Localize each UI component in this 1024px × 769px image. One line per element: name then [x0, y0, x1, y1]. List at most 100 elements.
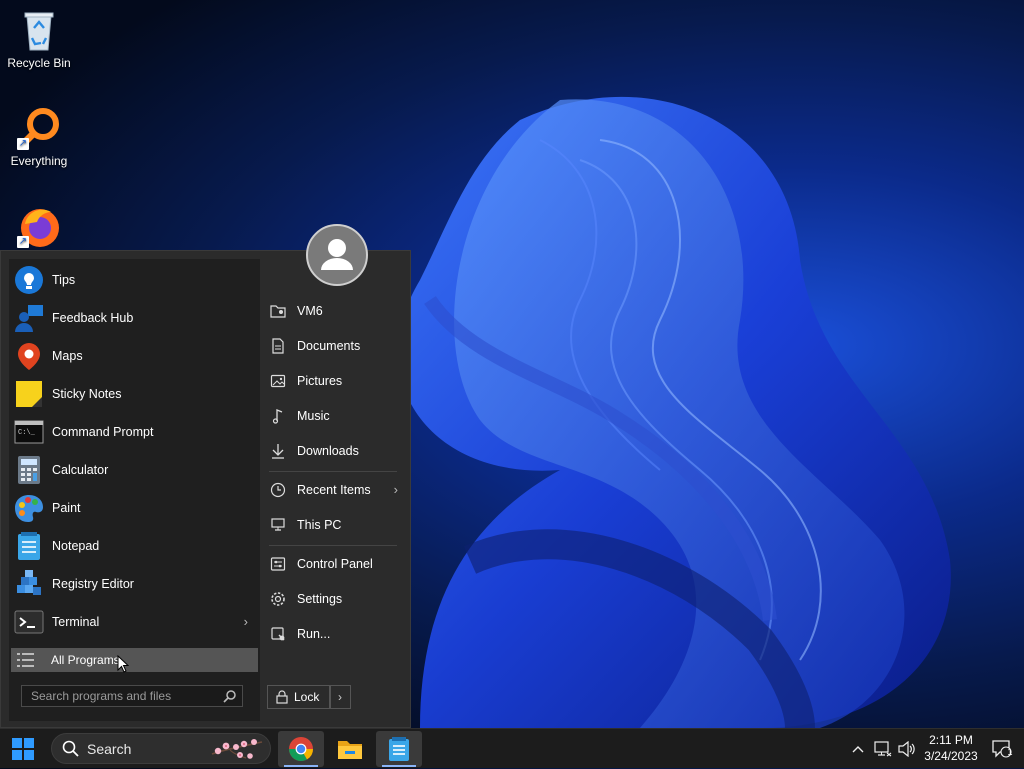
chrome-icon — [289, 737, 313, 762]
everything-search-icon: ↗ — [17, 106, 61, 150]
start-menu: Tips Feedback Hub Maps Sticky Notes C:\_ — [0, 224, 411, 728]
recent-items-icon — [269, 481, 287, 499]
command-prompt-icon: C:\_ — [14, 417, 44, 447]
program-label: Feedback Hub — [52, 311, 134, 325]
start-item-recent-items[interactable]: Recent Items › — [269, 475, 404, 505]
separator — [269, 471, 397, 472]
taskbar-app-chrome[interactable] — [278, 731, 324, 767]
start-item-label: Documents — [297, 339, 361, 353]
network-button[interactable] — [872, 729, 894, 769]
program-item-sticky-notes[interactable]: Sticky Notes — [9, 375, 260, 413]
terminal-icon — [14, 607, 44, 637]
all-programs-label: All Programs — [51, 653, 120, 667]
start-item-this-pc[interactable]: This PC — [269, 510, 404, 540]
desktop-icon-firefox[interactable]: ↗ — [1, 204, 77, 252]
program-item-tips[interactable]: Tips — [9, 261, 260, 299]
program-label: Sticky Notes — [52, 387, 122, 401]
program-label: Paint — [52, 501, 81, 515]
start-item-control-panel[interactable]: Control Panel — [269, 549, 404, 579]
program-item-calculator[interactable]: Calculator — [9, 451, 260, 489]
start-button[interactable] — [0, 729, 46, 769]
chevron-up-icon — [852, 746, 864, 753]
show-hidden-icons-button[interactable] — [848, 729, 868, 769]
clock-date: 3/24/2023 — [924, 749, 978, 763]
paint-icon — [14, 493, 44, 523]
desktop-icon-everything[interactable]: ↗ Everything — [1, 106, 77, 168]
notepad-icon — [389, 737, 409, 761]
start-item-label: Recent Items — [297, 483, 371, 497]
taskbar-clock[interactable]: 2:11 PM 3/24/2023 — [918, 732, 984, 764]
list-icon — [17, 652, 35, 668]
user-avatar[interactable] — [306, 224, 368, 286]
windows-logo-icon — [12, 738, 34, 760]
desktop-icon-label: Everything — [10, 154, 68, 168]
separator — [269, 545, 397, 546]
run-icon — [269, 625, 287, 643]
start-item-label: Settings — [297, 592, 343, 606]
program-item-registry-editor[interactable]: Registry Editor — [9, 565, 260, 603]
program-item-notepad[interactable]: Notepad — [9, 527, 260, 565]
program-item-maps[interactable]: Maps — [9, 337, 260, 375]
music-icon — [269, 407, 287, 425]
active-indicator — [382, 765, 416, 767]
chevron-right-icon: › — [243, 614, 248, 629]
shortcut-arrow-icon: ↗ — [17, 138, 29, 150]
taskbar-app-file-explorer[interactable] — [327, 731, 373, 767]
notepad-icon — [14, 531, 44, 561]
notification-count-badge: 1 — [1007, 747, 1013, 757]
start-search-box[interactable] — [21, 685, 243, 707]
program-item-paint[interactable]: Paint — [9, 489, 260, 527]
program-label: Registry Editor — [52, 577, 134, 591]
start-item-label: Music — [297, 409, 330, 423]
program-label: Terminal — [52, 615, 100, 629]
volume-icon — [898, 741, 915, 757]
mouse-cursor-icon — [117, 655, 129, 673]
start-item-label: Pictures — [297, 374, 343, 388]
maps-icon — [14, 341, 44, 371]
start-item-label: Control Panel — [297, 557, 373, 571]
start-item-music[interactable]: Music — [269, 401, 404, 431]
chevron-right-icon: › — [338, 690, 342, 704]
program-label: Maps — [52, 349, 83, 363]
pictures-icon — [269, 372, 287, 390]
notification-center-button[interactable]: 1 — [990, 729, 1014, 769]
all-programs-button[interactable]: All Programs — [11, 648, 258, 672]
power-options-arrow[interactable]: › — [329, 685, 351, 709]
program-item-terminal[interactable]: Terminal › — [9, 603, 260, 641]
downloads-icon — [269, 442, 287, 460]
network-icon — [874, 741, 892, 757]
lock-button[interactable]: Lock — [267, 685, 331, 709]
file-explorer-icon — [338, 741, 362, 759]
lock-icon — [276, 690, 288, 704]
start-item-pictures[interactable]: Pictures — [269, 366, 404, 396]
search-icon — [62, 740, 79, 757]
desktop-icon-recycle-bin[interactable]: Recycle Bin — [1, 8, 77, 70]
program-item-feedback-hub[interactable]: Feedback Hub — [9, 299, 260, 337]
taskbar-app-notepad[interactable] — [376, 731, 422, 767]
cherry-blossom-icon — [210, 738, 264, 763]
recycle-bin-icon — [17, 8, 61, 52]
sticky-notes-icon — [14, 379, 44, 409]
start-item-user-folder[interactable]: VM6 — [269, 296, 404, 326]
volume-button[interactable] — [896, 729, 918, 769]
start-search-input[interactable] — [22, 688, 223, 704]
search-icon — [223, 690, 236, 706]
settings-gear-icon — [269, 590, 287, 608]
firefox-icon: ↗ — [17, 204, 61, 248]
active-indicator — [284, 765, 318, 767]
taskbar-search-box[interactable]: Search — [51, 733, 271, 764]
documents-icon — [269, 337, 287, 355]
lock-label: Lock — [294, 690, 320, 704]
desktop-icon-label: Recycle Bin — [7, 56, 71, 70]
start-item-documents[interactable]: Documents — [269, 331, 404, 361]
program-item-command-prompt[interactable]: C:\_ Command Prompt — [9, 413, 260, 451]
program-label: Tips — [52, 273, 76, 287]
start-item-run[interactable]: Run... — [269, 619, 404, 649]
start-item-downloads[interactable]: Downloads — [269, 436, 404, 466]
start-item-settings[interactable]: Settings — [269, 584, 404, 614]
this-pc-icon — [269, 516, 287, 534]
registry-editor-icon — [14, 569, 44, 599]
feedback-hub-icon — [14, 303, 44, 333]
chevron-right-icon: › — [393, 482, 398, 497]
calculator-icon — [14, 455, 44, 485]
